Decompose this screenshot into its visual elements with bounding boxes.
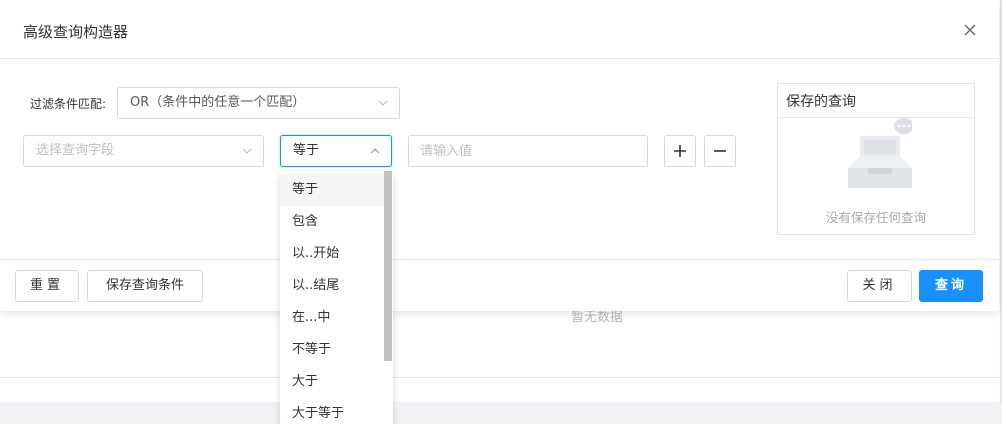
operator-option[interactable]: 不等于 (280, 334, 384, 366)
saved-queries-empty-text: 没有保存任何查询 (825, 210, 926, 225)
operator-option[interactable]: 大于等于 (280, 398, 384, 424)
dropdown-scrollbar[interactable] (384, 171, 392, 361)
operator-option[interactable]: 等于 (280, 174, 384, 206)
saved-queries-panel: 保存的查询 没有保存任何查询 (777, 83, 975, 235)
query-field-select[interactable]: 选择查询字段 (23, 135, 264, 167)
match-mode-value: OR（条件中的任意一个匹配） (130, 95, 306, 110)
empty-inbox-icon (848, 118, 912, 188)
reset-button[interactable]: 重置 (15, 270, 79, 302)
value-input[interactable] (408, 135, 648, 167)
operator-option[interactable]: 以..开始 (280, 238, 384, 270)
chevron-down-icon (378, 100, 388, 106)
saved-queries-title: 保存的查询 (786, 94, 856, 110)
operator-option[interactable]: 在...中 (280, 302, 384, 334)
modal-header: 高级查询构造器 (0, 0, 999, 59)
close-icon[interactable] (962, 22, 978, 38)
filter-match-label: 过滤条件匹配: (30, 97, 107, 111)
background-divider (0, 377, 1002, 378)
minus-icon (714, 150, 726, 152)
operator-dropdown: 等于 包含 以..开始 以..结尾 在...中 不等于 大于 大于等于 (280, 171, 393, 424)
operator-value: 等于 (293, 143, 320, 158)
modal-footer-divider (0, 259, 999, 260)
close-button[interactable]: 关闭 (847, 270, 912, 302)
modal-title: 高级查询构造器 (23, 23, 129, 41)
operator-select[interactable]: 等于 (280, 135, 392, 167)
operator-option[interactable]: 大于 (280, 366, 384, 398)
remove-condition-button[interactable] (704, 135, 736, 167)
advanced-query-modal: 高级查询构造器 过滤条件匹配: OR（条件中的任意一个匹配） 选择查询字段 等于… (0, 0, 999, 311)
plus-icon (674, 145, 686, 157)
query-field-placeholder: 选择查询字段 (36, 143, 115, 158)
save-condition-button[interactable]: 保存查询条件 (87, 270, 203, 302)
query-button[interactable]: 查询 (919, 270, 983, 302)
match-mode-select[interactable]: OR（条件中的任意一个匹配） (117, 87, 400, 119)
operator-option[interactable]: 包含 (280, 206, 384, 238)
chevron-up-icon (370, 148, 380, 154)
add-condition-button[interactable] (664, 135, 696, 167)
background-footer (0, 402, 1002, 424)
operator-option[interactable]: 以..结尾 (280, 270, 384, 302)
chevron-down-icon (242, 148, 252, 154)
